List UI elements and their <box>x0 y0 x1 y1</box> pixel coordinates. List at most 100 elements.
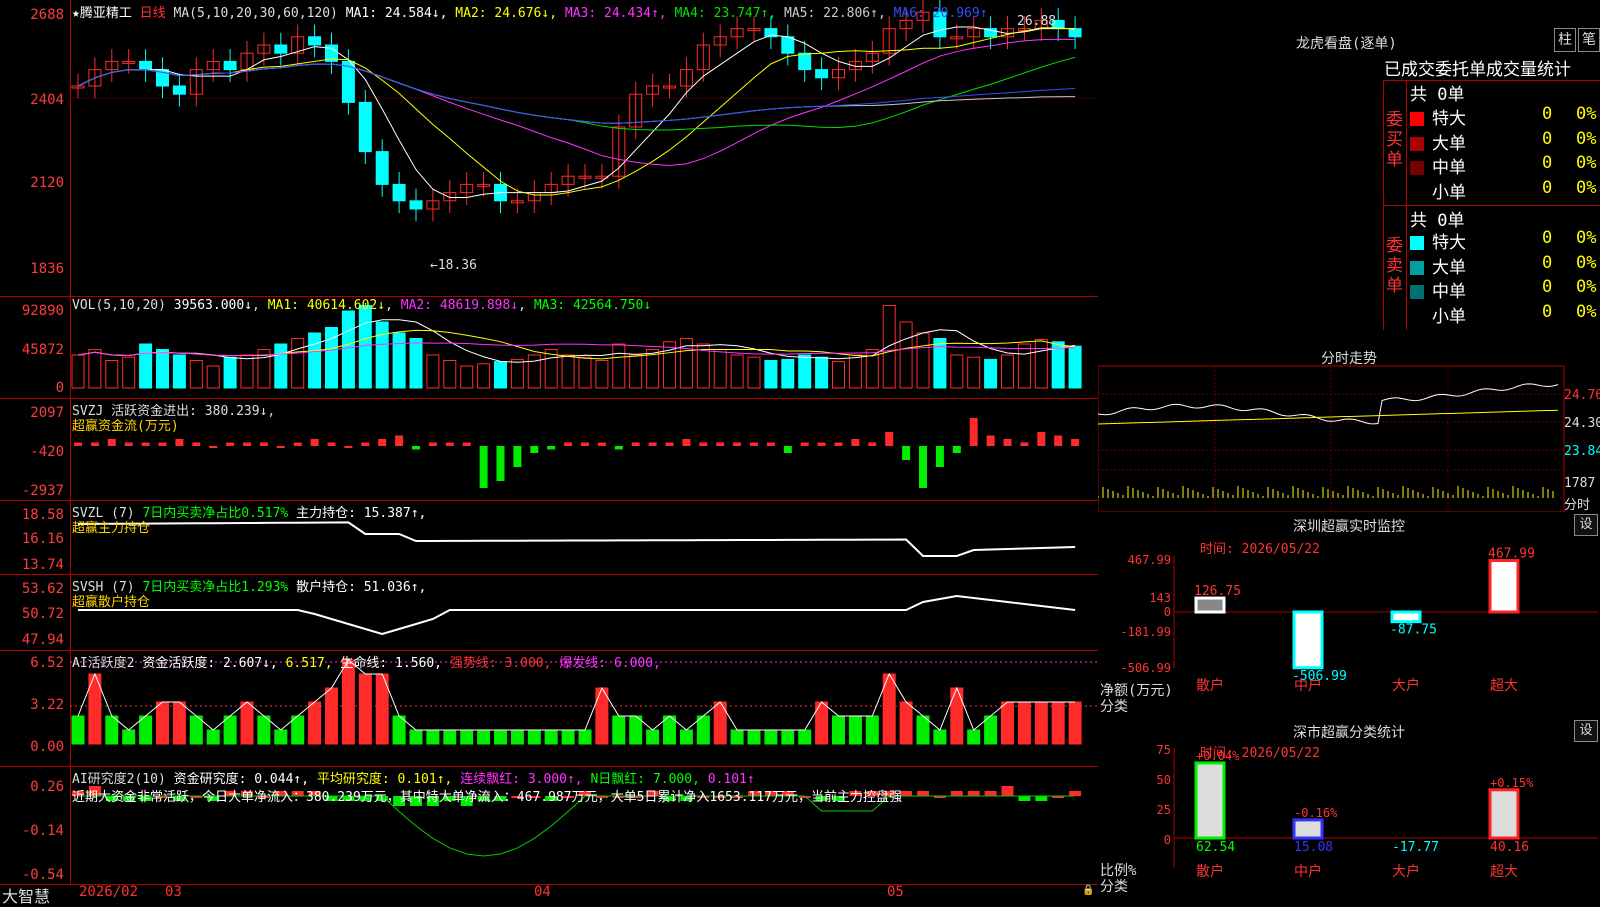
fund-flow-bar <box>412 446 420 450</box>
bar-value-label: 40.16 <box>1490 840 1529 855</box>
volume-bar <box>443 360 457 389</box>
ma-line <box>77 63 1076 124</box>
candlestick-chart[interactable] <box>0 0 1098 296</box>
activity-bar <box>240 701 254 745</box>
stats-subtitle: 已成交委托单成交量统计 <box>1384 60 1571 80</box>
ai1-header: AI活跃度2 资金活跃度: 2.607↓, 6.517, 生命线: 1.560,… <box>72 656 661 671</box>
intraday-tick: 23.84 <box>1564 444 1600 459</box>
buy-orders-label: 委买单 <box>1386 110 1403 170</box>
order-size-name: 大单 <box>1432 133 1466 154</box>
category-label: 中户 <box>1294 863 1322 880</box>
activity-bar <box>848 715 862 745</box>
volume-bar <box>358 305 372 389</box>
fund-flow-bar <box>395 435 404 446</box>
activity-bar <box>696 715 710 745</box>
fund-flow-bar <box>1037 432 1046 446</box>
fund-flow-bar <box>378 439 387 446</box>
activity-bar <box>1017 701 1031 745</box>
net-amount-bar-chart: 126.75 散户 -506.99 中户 -87.75 大户 467.99 超大 467.99 1… <box>1120 547 1598 694</box>
fund-flow-bar <box>682 439 691 446</box>
fund-flow-bar <box>733 442 742 446</box>
svzl-subtitle: 超赢主力持仓 <box>72 521 151 536</box>
volume-bar <box>409 338 423 389</box>
activity-bar <box>426 729 440 745</box>
activity-bar <box>578 729 592 745</box>
volume-bar <box>510 358 524 389</box>
category-bar <box>1488 559 1520 614</box>
activity-bar <box>341 659 355 745</box>
fund-flow-bar <box>175 439 184 446</box>
activity-bar <box>358 673 372 745</box>
volume-bar <box>1068 345 1082 389</box>
fund-flow-bar <box>699 442 708 446</box>
research-bar <box>950 791 963 796</box>
ai-activity-panel[interactable]: 6.52 3.22 0.00 AI活跃度2 资金活跃度: 2.607↓, 6.5… <box>0 650 1098 767</box>
category-bar <box>1488 788 1520 840</box>
ma-line <box>77 38 1076 167</box>
fund-flow-bar <box>564 442 573 446</box>
order-size-name: 小单 <box>1432 306 1466 327</box>
order-size-name: 小单 <box>1432 182 1466 203</box>
volume-bar <box>172 354 186 389</box>
svsh-panel[interactable]: 53.62 50.72 47.94 SVSH (7) 7日内买卖净占比1.293… <box>0 574 1098 651</box>
volume-bar <box>477 363 491 389</box>
volume-bar <box>341 310 355 389</box>
tick-mode-button[interactable]: 笔 <box>1578 28 1600 52</box>
price-panel[interactable]: 2688 2404 2120 1836 ★腾亚精工 日线 MA(5,10,20,… <box>0 0 1098 297</box>
ma-legend-item: MA1: 24.584↓, <box>345 6 448 21</box>
volume-bar <box>494 361 507 389</box>
category-label: 超大 <box>1490 678 1518 694</box>
volume-bar <box>1001 354 1014 389</box>
ai-research-panel[interactable]: 0.26 -0.14 -0.54 AI研究度2(10) 资金研究度: 0.044… <box>0 766 1098 885</box>
volume-bar <box>984 358 998 389</box>
sell-orders-label: 委卖单 <box>1386 236 1403 296</box>
order-size-name: 中单 <box>1432 282 1466 302</box>
volume-bar <box>392 332 406 389</box>
candle-body <box>1068 28 1082 38</box>
order-size-row: 特大 0 0% <box>1410 228 1600 253</box>
order-pct: 0% <box>1576 301 1597 322</box>
fund-flow-bar <box>310 439 319 446</box>
volume-panel[interactable]: 92890 45872 0 VOL(5,10,20) 39563.000↓, M… <box>0 296 1098 399</box>
sz-class-panel: 深市超赢分类统计 设 时间: 2026/05/22 75 50 25 0 +0.04% 6… <box>1098 718 1600 900</box>
lock-icon[interactable]: 🔒 <box>1082 885 1094 896</box>
order-size-row: 小单 0 0% <box>1410 301 1600 327</box>
research-bar <box>984 791 997 796</box>
fund-flow-bar <box>462 442 471 446</box>
category-label: 大户 <box>1392 677 1420 694</box>
order-size-row: 特大 0 0% <box>1410 104 1600 129</box>
activity-bar <box>1001 701 1014 745</box>
fund-flow-bar <box>243 442 251 446</box>
volume-bar <box>747 356 761 389</box>
activity-bar <box>663 715 676 745</box>
category-bar <box>1292 610 1324 670</box>
ma-line <box>77 27 1076 196</box>
volume-bar <box>139 343 153 389</box>
volume-bar <box>122 356 136 389</box>
svzj-panel[interactable]: 2097 -420 -2937 SVZJ 活跃资金进出: 380.239↓, 超… <box>0 398 1098 501</box>
candle-body <box>172 85 186 95</box>
volume-bar <box>730 354 744 389</box>
bar-mode-button[interactable]: 柱 <box>1554 28 1576 52</box>
activity-bar <box>933 729 947 745</box>
volume-bar <box>561 354 575 389</box>
dragon-tiger-title: 龙虎看盘(逐单) <box>1296 36 1397 52</box>
fund-flow-bar <box>90 442 99 446</box>
intraday-panel[interactable]: 分时走势 24.76 24.30 23.84 1787 分时 <box>1098 344 1600 513</box>
pct-change-label: +0.04% <box>1196 749 1240 763</box>
holding-line <box>77 521 1076 557</box>
fund-flow-bar <box>1054 435 1063 446</box>
axis-tick: 0 <box>1164 605 1171 619</box>
high-price-label: 26.88 <box>1017 14 1057 29</box>
fund-flow-bar <box>834 442 843 446</box>
fund-flow-bar <box>226 442 235 446</box>
category-bar <box>1194 761 1226 840</box>
legend-swatch <box>1410 236 1424 250</box>
order-count: 0 <box>1542 153 1553 173</box>
activity-bar <box>646 729 660 745</box>
date-label: 2026/02 <box>79 884 139 900</box>
activity-bar <box>71 715 85 745</box>
stock-name: 腾亚精工 <box>79 6 132 21</box>
fund-flow-bar <box>479 446 488 488</box>
svzl-panel[interactable]: 18.58 16.16 13.74 SVZL (7) 7日内买卖净占比0.517… <box>0 500 1098 575</box>
